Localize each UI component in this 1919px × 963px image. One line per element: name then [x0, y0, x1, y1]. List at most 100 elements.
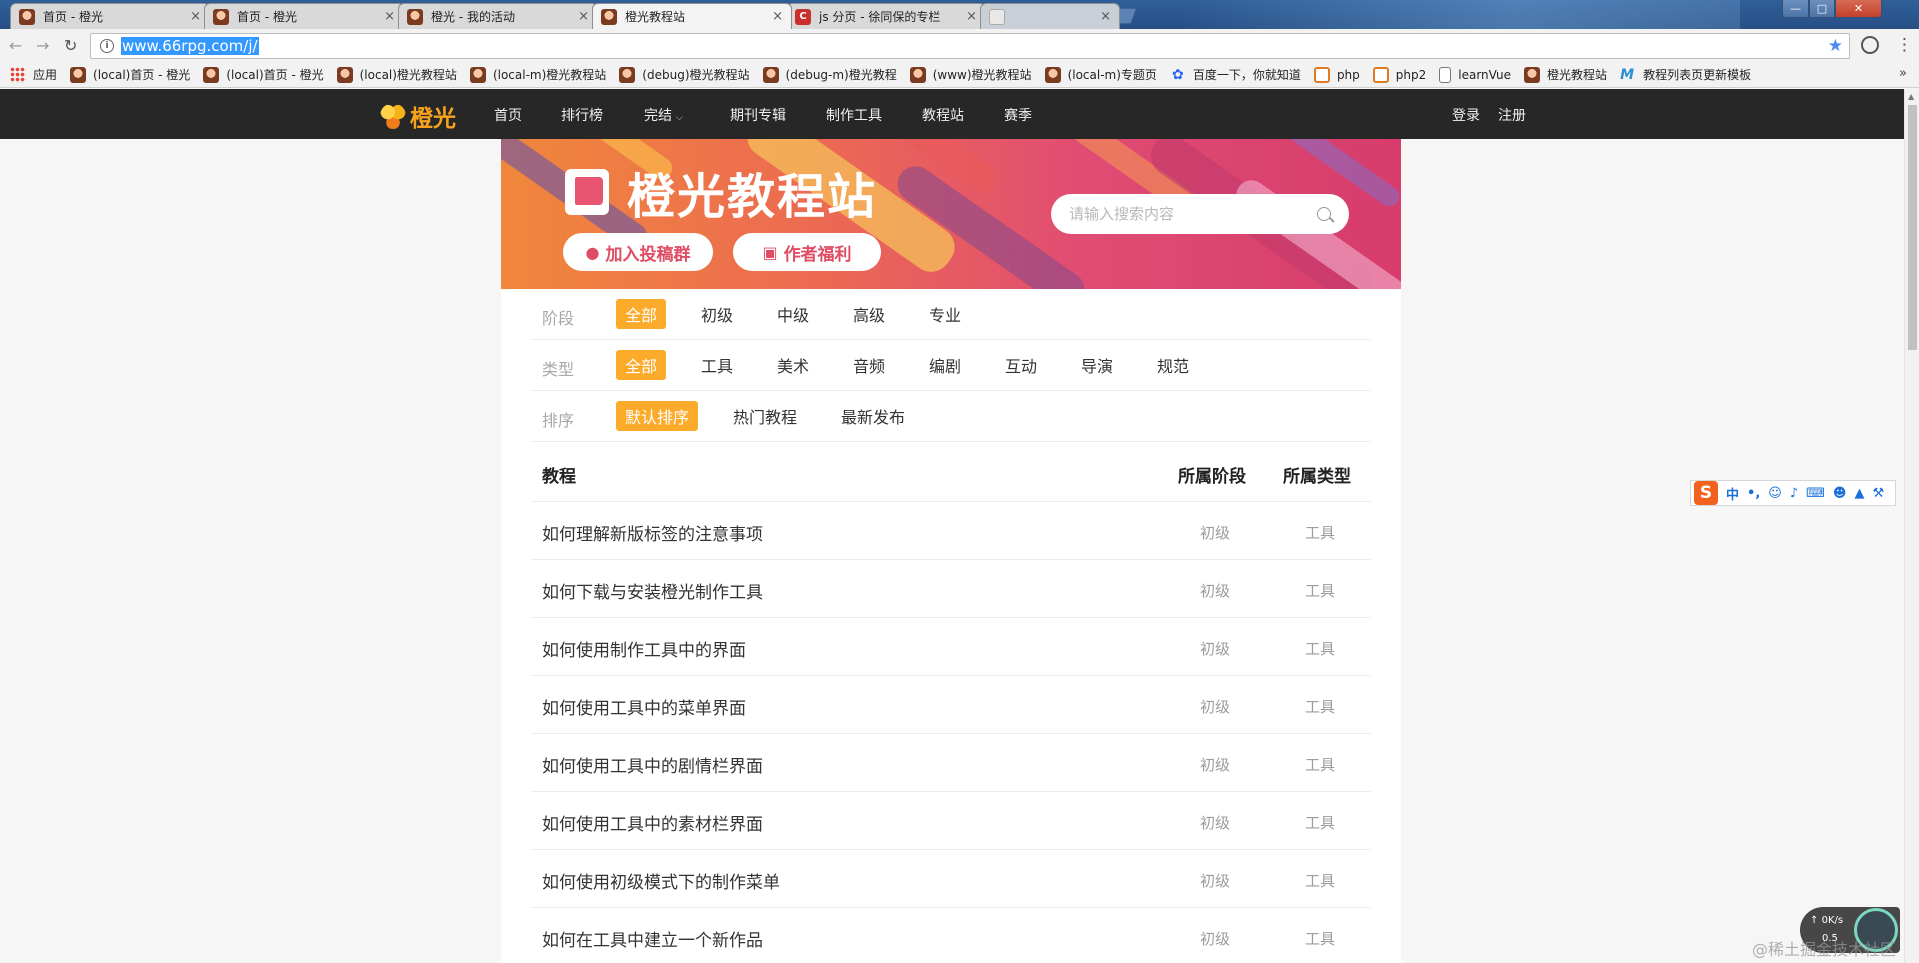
- nav-tutorials[interactable]: 教程站: [922, 105, 964, 125]
- scrollbar-thumb[interactable]: [1908, 105, 1917, 350]
- bookmark-item[interactable]: (debug-m)橙光教程: [762, 66, 897, 83]
- filter-chip-selected[interactable]: 全部: [616, 299, 667, 329]
- address-bar[interactable]: i www.66rpg.com/j/ ★: [90, 33, 1850, 59]
- nav-tools[interactable]: 制作工具: [826, 105, 882, 125]
- tutorial-title-link[interactable]: 如何使用工具中的素材栏界面: [542, 810, 763, 835]
- close-icon[interactable]: ×: [578, 9, 589, 24]
- bookmark-item[interactable]: ✿ 百度一下，你就知道: [1170, 66, 1301, 83]
- bookmark-apps[interactable]: 应用: [10, 66, 57, 83]
- info-icon[interactable]: i: [100, 39, 114, 53]
- close-window-button[interactable]: ✕: [1835, 0, 1882, 18]
- tutorial-title-link[interactable]: 如何理解新版标签的注意事项: [542, 520, 763, 545]
- close-icon[interactable]: ×: [772, 9, 783, 24]
- microphone-icon[interactable]: ♪: [1790, 486, 1798, 501]
- table-row[interactable]: 如何使用制作工具中的界面 初级 工具: [531, 618, 1371, 676]
- site-logo[interactable]: 橙光: [380, 99, 456, 133]
- menu-icon[interactable]: ⋮: [1896, 36, 1913, 54]
- wrench-icon[interactable]: ⚒: [1872, 486, 1884, 501]
- filter-chip[interactable]: 编剧: [920, 350, 970, 380]
- bookmark-star-icon[interactable]: ★: [1828, 36, 1843, 56]
- search-icon[interactable]: [1317, 207, 1331, 221]
- search-input[interactable]: [1069, 205, 1317, 223]
- tutorial-title-link[interactable]: 如何使用工具中的菜单界面: [542, 694, 746, 719]
- tutorial-title-link[interactable]: 如何使用初级模式下的制作菜单: [542, 868, 780, 893]
- browser-tab[interactable]: C js 分页 - 徐同保的专栏 ×: [786, 3, 986, 29]
- bookmark-item[interactable]: (local)首页 - 橙光: [203, 66, 324, 83]
- sogou-logo-icon[interactable]: S: [1694, 481, 1718, 505]
- forward-arrow-icon[interactable]: →: [36, 36, 49, 55]
- maximize-button[interactable]: □: [1809, 0, 1835, 18]
- filter-chip[interactable]: 中级: [768, 299, 818, 329]
- skin-shirt-icon[interactable]: ▲: [1854, 486, 1864, 501]
- browser-tab[interactable]: 橙光 - 我的活动 ×: [398, 3, 598, 29]
- browser-tab[interactable]: ×: [980, 3, 1120, 29]
- table-row[interactable]: 如何下载与安装橙光制作工具 初级 工具: [531, 560, 1371, 618]
- page-scrollbar[interactable]: ▲: [1904, 89, 1919, 963]
- nav-home[interactable]: 首页: [494, 105, 522, 125]
- sort-chip[interactable]: 热门教程: [724, 401, 806, 431]
- bookmark-item[interactable]: (local)橙光教程站: [336, 66, 457, 83]
- filter-chip[interactable]: 初级: [692, 299, 742, 329]
- bookmark-label: 应用: [33, 68, 58, 82]
- bookmark-item[interactable]: learnVue: [1439, 66, 1511, 83]
- table-row[interactable]: 如何理解新版标签的注意事项 初级 工具: [531, 502, 1371, 560]
- bookmark-item[interactable]: (local-m)橙光教程站: [469, 66, 606, 83]
- bookmark-item[interactable]: (debug)橙光教程站: [619, 66, 750, 83]
- close-icon[interactable]: ×: [1100, 9, 1111, 24]
- minimize-button[interactable]: —: [1782, 0, 1809, 18]
- filter-chip-selected[interactable]: 全部: [616, 350, 667, 380]
- bookmark-item[interactable]: (www)橙光教程站: [909, 66, 1032, 83]
- bookmark-item[interactable]: 橙光教程站: [1524, 66, 1607, 83]
- bookmarks-more-chevron-icon[interactable]: »: [1899, 66, 1907, 81]
- keyboard-icon[interactable]: ⌨: [1806, 486, 1825, 501]
- filter-chip[interactable]: 规范: [1148, 350, 1198, 380]
- tutorial-title-link[interactable]: 如何在工具中建立一个新作品: [542, 926, 763, 951]
- nav-ranking[interactable]: 排行榜: [561, 105, 603, 125]
- filter-chip[interactable]: 导演: [1072, 350, 1122, 380]
- filter-chip[interactable]: 高级: [844, 299, 894, 329]
- filter-chip[interactable]: 工具: [692, 350, 742, 380]
- extension-icon[interactable]: [1861, 36, 1879, 54]
- browser-tab-active[interactable]: 橙光教程站 ×: [592, 3, 792, 29]
- ime-punctuation-icon[interactable]: •,: [1747, 486, 1760, 501]
- emoji-icon[interactable]: ☺: [1768, 486, 1782, 501]
- browser-tab[interactable]: 首页 - 橙光 ×: [10, 3, 210, 29]
- bookmark-item[interactable]: (local-m)专题页: [1044, 66, 1157, 83]
- author-welfare-button[interactable]: ▣ 作者福利: [733, 233, 881, 271]
- user-icon[interactable]: ☻: [1833, 486, 1847, 501]
- ime-mode-chinese[interactable]: 中: [1726, 484, 1739, 503]
- close-icon[interactable]: ×: [190, 9, 201, 24]
- nav-periodicals[interactable]: 期刊专辑: [730, 105, 786, 125]
- bookmark-item[interactable]: (local)首页 - 橙光: [70, 66, 190, 83]
- filter-chip[interactable]: 美术: [768, 350, 818, 380]
- nav-season[interactable]: 赛季: [1004, 105, 1032, 125]
- tutorial-stage: 初级: [1200, 814, 1231, 832]
- join-group-button[interactable]: ● 加入投稿群: [563, 233, 713, 271]
- filter-chip[interactable]: 专业: [920, 299, 970, 329]
- bookmark-item[interactable]: php2: [1372, 66, 1426, 83]
- scroll-up-arrow-icon[interactable]: ▲: [1908, 92, 1914, 101]
- table-row[interactable]: 如何使用工具中的剧情栏界面 初级 工具: [531, 734, 1371, 792]
- back-arrow-icon[interactable]: ←: [9, 36, 22, 55]
- bookmark-item[interactable]: php: [1313, 66, 1360, 83]
- sort-chip-selected[interactable]: 默认排序: [616, 401, 699, 431]
- address-url[interactable]: www.66rpg.com/j/: [121, 37, 259, 55]
- filter-chip[interactable]: 音频: [844, 350, 894, 380]
- tutorial-title-link[interactable]: 如何使用工具中的剧情栏界面: [542, 752, 763, 777]
- tutorial-title-link[interactable]: 如何下载与安装橙光制作工具: [542, 578, 763, 603]
- table-row[interactable]: 如何使用工具中的菜单界面 初级 工具: [531, 676, 1371, 734]
- sort-chip[interactable]: 最新发布: [832, 401, 914, 431]
- nav-finished[interactable]: 完结 ⌵: [644, 105, 683, 125]
- table-row[interactable]: 如何使用工具中的素材栏界面 初级 工具: [531, 792, 1371, 850]
- close-icon[interactable]: ×: [384, 9, 395, 24]
- reload-icon[interactable]: ↻: [64, 36, 77, 55]
- table-row[interactable]: 如何使用初级模式下的制作菜单 初级 工具: [531, 850, 1371, 908]
- filter-chip[interactable]: 互动: [996, 350, 1046, 380]
- table-row[interactable]: 如何在工具中建立一个新作品 初级 工具: [531, 908, 1371, 963]
- login-link[interactable]: 登录: [1452, 105, 1480, 125]
- tutorial-title-link[interactable]: 如何使用制作工具中的界面: [542, 636, 746, 661]
- bookmark-item[interactable]: M 教程列表页更新模板: [1620, 66, 1751, 83]
- close-icon[interactable]: ×: [966, 9, 977, 24]
- register-link[interactable]: 注册: [1498, 105, 1526, 125]
- browser-tab[interactable]: 首页 - 橙光 ×: [204, 3, 404, 29]
